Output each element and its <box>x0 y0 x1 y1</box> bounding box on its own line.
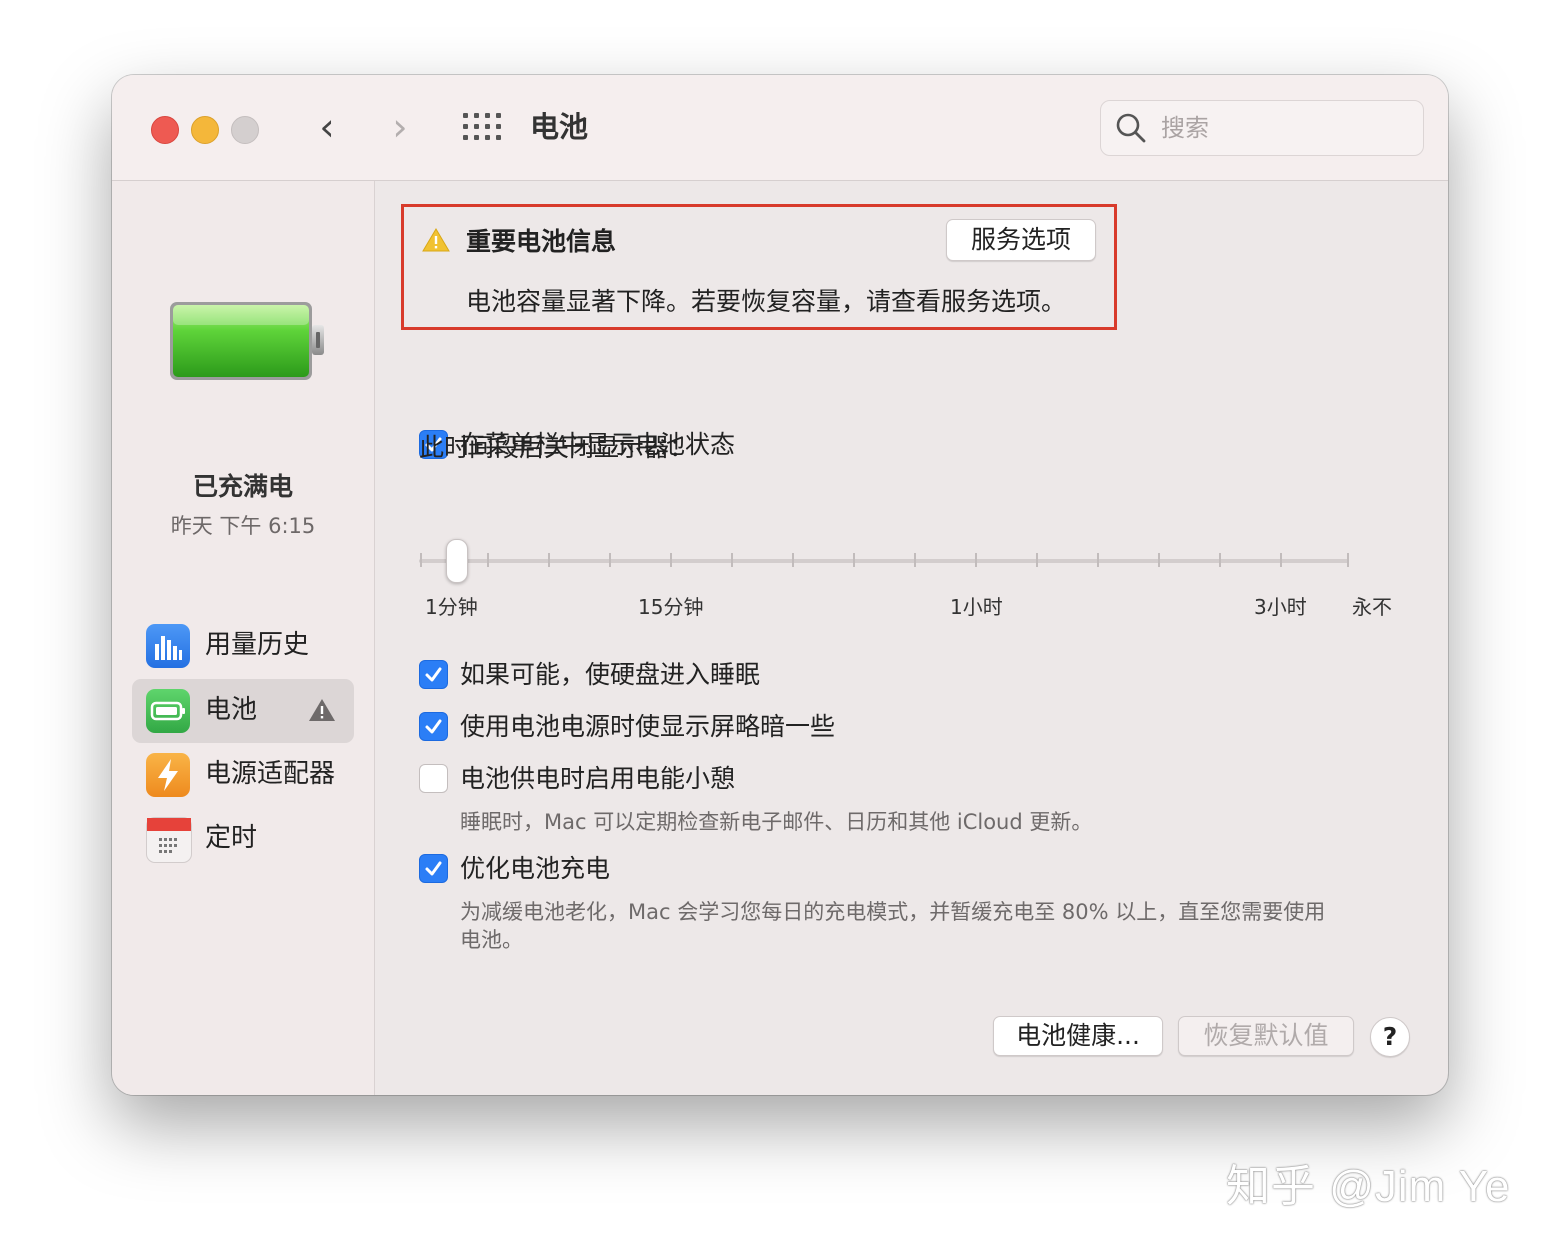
calendar-icon <box>146 817 192 863</box>
slider-tick <box>914 553 916 567</box>
slider-tick <box>487 553 489 567</box>
sidebar-item-label: 用量历史 <box>205 630 310 660</box>
sidebar-item-schedule[interactable]: 定时 <box>132 807 354 871</box>
watermark: 知乎 @Jim Ye <box>1226 1162 1511 1211</box>
checkmark-icon <box>425 667 442 682</box>
dim-display-label: 使用电池电源时使显示屏略暗一些 <box>460 712 836 741</box>
sleep-disks-checkbox[interactable] <box>419 660 448 689</box>
alert-title: 重要电池信息 <box>466 227 617 256</box>
warning-icon <box>309 699 335 721</box>
slider-tick <box>1280 553 1282 567</box>
power-nap-label: 电池供电时启用电能小憩 <box>460 764 736 793</box>
slider-tick <box>1097 553 1099 567</box>
slider-tick <box>853 553 855 567</box>
optimized-charging-checkbox[interactable] <box>419 854 448 883</box>
slider-tick <box>731 553 733 567</box>
slider-track <box>419 559 1349 563</box>
battery-settings-pane: 重要电池信息 服务选项 电池容量显著下降。若要恢复容量，请查看服务选项。 在菜单… <box>375 181 1448 1095</box>
battery-alert-box: 重要电池信息 服务选项 电池容量显著下降。若要恢复容量，请查看服务选项。 <box>401 204 1117 330</box>
service-options-button[interactable]: 服务选项 <box>946 219 1096 261</box>
slider-tick <box>975 553 977 567</box>
alert-description: 电池容量显著下降。若要恢复容量，请查看服务选项。 <box>466 287 1067 316</box>
slider-tick <box>670 553 672 567</box>
preferences-window: ‹ › 电池 搜索 已充满电 昨天 下午 6:15 用量历史 电池 电源适配器 … <box>112 75 1448 1095</box>
tick-label-3-hours: 3小时 <box>1254 595 1307 619</box>
sidebar-item-label: 定时 <box>205 823 258 853</box>
search-field[interactable] <box>1100 100 1424 156</box>
forward-button[interactable]: › <box>380 107 420 147</box>
checkmark-icon <box>425 719 442 734</box>
display-sleep-label: 此时间段后关闭显示器： <box>419 433 695 462</box>
sidebar: 已充满电 昨天 下午 6:15 用量历史 电池 电源适配器 定时 <box>112 181 375 1095</box>
slider-tick <box>1219 553 1221 567</box>
charge-status-time: 昨天 下午 6:15 <box>170 514 316 538</box>
optimized-charging-label: 优化电池充电 <box>460 854 611 883</box>
tick-label-1-hour: 1小时 <box>950 595 1003 619</box>
back-button[interactable]: ‹ <box>307 107 347 147</box>
optimized-charging-description-line2: 电池。 <box>460 928 523 952</box>
slider-tick <box>420 553 422 567</box>
dim-display-checkbox[interactable] <box>419 712 448 741</box>
sleep-disks-label: 如果可能，使硬盘进入睡眠 <box>460 660 761 689</box>
battery-icon <box>146 689 190 733</box>
sidebar-item-battery[interactable]: 电池 <box>132 679 354 743</box>
slider-tick <box>609 553 611 567</box>
sidebar-item-label: 电池 <box>205 695 258 725</box>
power-nap-description: 睡眠时，Mac 可以定期检查新电子邮件、日历和其他 iCloud 更新。 <box>460 810 1093 834</box>
close-window-button[interactable] <box>151 116 179 144</box>
help-button[interactable]: ? <box>1370 1017 1410 1057</box>
battery-health-button[interactable]: 电池健康... <box>993 1016 1163 1056</box>
minimize-window-button[interactable] <box>191 116 219 144</box>
tick-label-never: 永不 <box>1352 595 1392 619</box>
sidebar-item-label: 电源适配器 <box>205 759 336 789</box>
battery-full-icon <box>170 302 324 380</box>
sidebar-item-usage-history[interactable]: 用量历史 <box>132 614 354 678</box>
charge-status-title: 已充满电 <box>192 472 293 501</box>
slider-tick <box>548 553 550 567</box>
slider-tick <box>792 553 794 567</box>
checkmark-icon <box>425 861 442 876</box>
search-icon <box>1116 113 1146 143</box>
zoom-window-button[interactable] <box>231 116 259 144</box>
slider-tick <box>1158 553 1160 567</box>
lightning-icon <box>146 753 190 797</box>
tick-label-1-minute: 1分钟 <box>425 595 478 619</box>
slider-tick <box>1036 553 1038 567</box>
restore-defaults-button[interactable]: 恢复默认值 <box>1178 1016 1354 1056</box>
window-title: 电池 <box>530 110 589 144</box>
bar-chart-icon <box>146 624 190 668</box>
sidebar-item-power-adapter[interactable]: 电源适配器 <box>132 743 354 807</box>
show-all-grid-icon[interactable] <box>463 113 501 141</box>
warning-icon <box>422 228 450 252</box>
title-bar: ‹ › 电池 <box>112 75 1448 181</box>
slider-tick <box>1347 553 1349 567</box>
search-input[interactable] <box>1159 110 1413 146</box>
tick-label-15-minutes: 15分钟 <box>638 595 704 619</box>
slider-knob[interactable] <box>446 539 468 583</box>
power-nap-checkbox[interactable] <box>419 764 448 793</box>
optimized-charging-description-line1: 为减缓电池老化，Mac 会学习您每日的充电模式，并暂缓充电至 80% 以上，直至… <box>460 900 1326 924</box>
